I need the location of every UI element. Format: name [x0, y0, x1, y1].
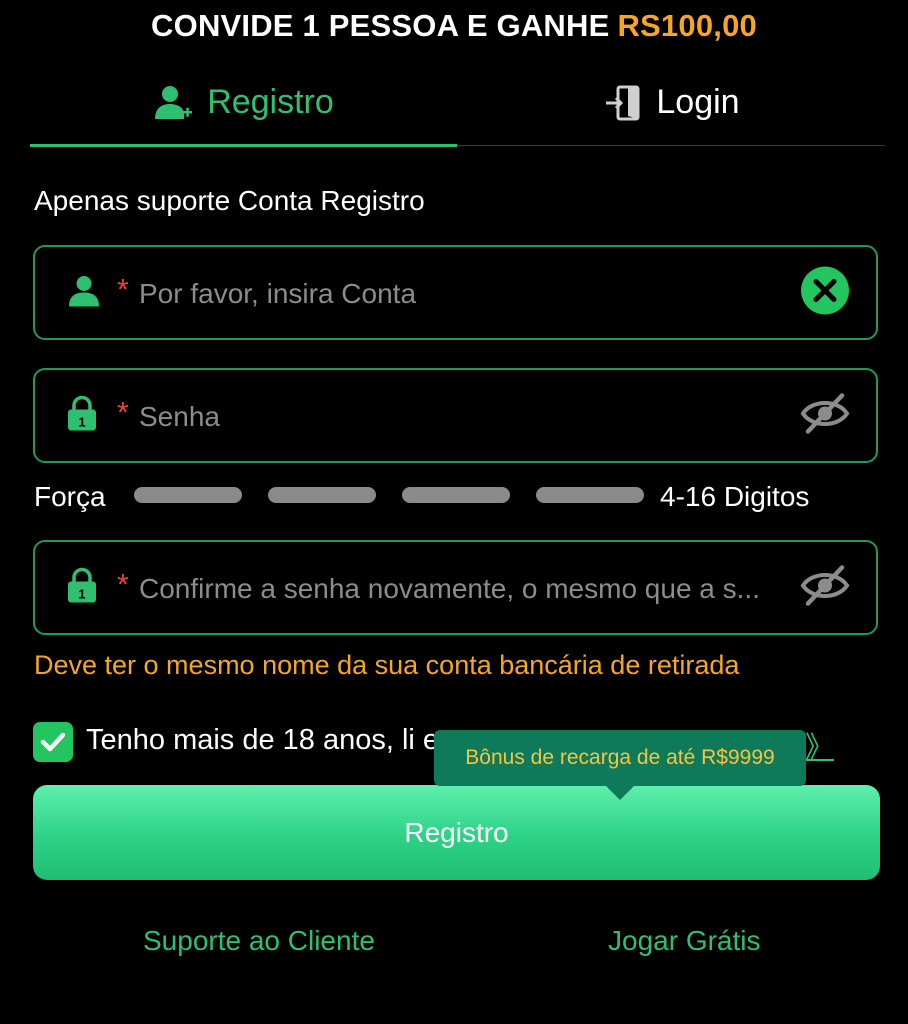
customer-support-link[interactable]: Suporte ao Cliente	[143, 925, 375, 957]
age-terms-label: Tenho mais de 18 anos, li e	[86, 724, 440, 756]
active-tab-indicator	[30, 144, 457, 147]
promo-amount: RS100,00	[617, 8, 757, 43]
eye-off-icon[interactable]	[800, 391, 850, 440]
account-field[interactable]: *	[33, 245, 878, 340]
tab-divider	[457, 145, 885, 146]
tab-registro-label: Registro	[207, 83, 334, 121]
strength-label: Força	[34, 481, 106, 512]
play-free-link[interactable]: Jogar Grátis	[608, 925, 761, 957]
strength-bar	[268, 487, 376, 503]
password-strength: Força 4-16 Digitos	[34, 478, 884, 514]
eye-off-icon[interactable]	[800, 563, 850, 612]
user-add-icon	[155, 85, 193, 119]
svg-text:1: 1	[78, 586, 85, 601]
terms-link[interactable]: 》	[805, 724, 834, 766]
strength-bar	[134, 487, 242, 503]
password-field[interactable]: 1 *	[33, 368, 878, 463]
tab-login[interactable]: Login	[457, 60, 885, 145]
required-mark: *	[117, 395, 129, 429]
password-input[interactable]	[137, 370, 801, 463]
account-hint: Apenas suporte Conta Registro	[34, 185, 425, 216]
user-icon	[67, 273, 101, 312]
svg-text:1: 1	[78, 414, 85, 429]
bonus-tooltip: Bônus de recarga de até R$9999	[434, 730, 806, 786]
tab-registro[interactable]: Registro	[30, 60, 457, 145]
promo-banner-text: CONVIDE 1 PESSOA E GANHE	[151, 8, 610, 43]
promo-banner: CONVIDE 1 PESSOA E GANHE RS100,00	[0, 8, 908, 44]
required-mark: *	[117, 272, 129, 306]
strength-bar	[402, 487, 510, 503]
clear-icon[interactable]	[800, 265, 850, 320]
auth-tabs: Registro Login	[30, 60, 885, 148]
login-door-icon	[606, 85, 640, 120]
age-terms-checkbox[interactable]	[33, 722, 73, 762]
confirm-password-input[interactable]	[137, 542, 801, 635]
bank-name-warning: Deve ter o mesmo nome da sua conta bancá…	[34, 650, 740, 680]
checkmark-icon	[40, 732, 66, 752]
tooltip-arrow	[606, 786, 634, 800]
lock-icon: 1	[67, 395, 97, 436]
register-button[interactable]: Registro	[33, 785, 880, 880]
required-mark: *	[117, 567, 129, 601]
confirm-password-field[interactable]: 1 *	[33, 540, 878, 635]
account-input[interactable]	[137, 247, 801, 340]
digits-hint: 4-16 Digitos	[660, 481, 810, 512]
lock-icon: 1	[67, 567, 97, 608]
tab-login-label: Login	[656, 83, 740, 121]
strength-bar	[536, 487, 644, 503]
